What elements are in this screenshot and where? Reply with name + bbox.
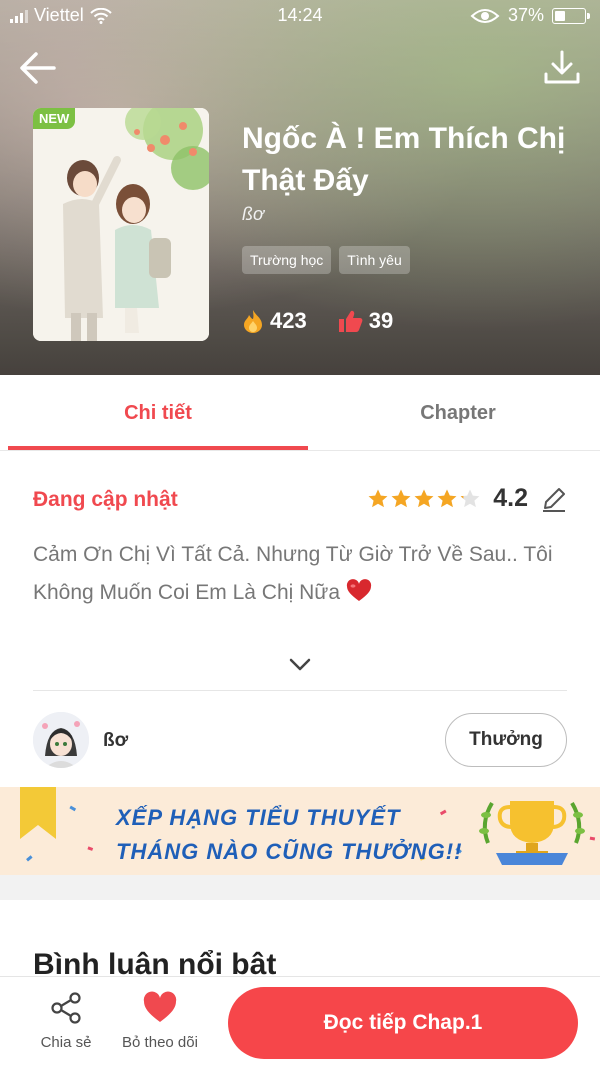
fire-icon: [244, 310, 262, 333]
likes-count: 39: [368, 308, 394, 333]
eye-icon: [470, 8, 500, 23]
star-icon: [437, 489, 457, 507]
book-description: Cảm Ơn Chị Vì Tất Cả. Nhưng Từ Giờ Trở V…: [33, 536, 573, 612]
share-button[interactable]: Chia sẻ: [18, 991, 114, 1051]
banner-line-2: THÁNG NÀO CŨNG THƯỞNG!!: [116, 839, 463, 864]
book-cover[interactable]: NEW: [33, 108, 209, 341]
cover-illustration: [33, 108, 209, 341]
battery-percent: 37%: [507, 5, 544, 25]
star-icon: [368, 489, 388, 507]
arrow-left-icon: [20, 52, 56, 84]
heart-emoji-icon: [346, 579, 372, 601]
rating-value: 4.2: [493, 484, 528, 512]
edit-rating-icon[interactable]: [540, 485, 568, 513]
back-button[interactable]: [16, 46, 60, 90]
heart-icon: [143, 991, 177, 1022]
ranking-banner[interactable]: XẾP HẠNG TIỂU THUYẾT THÁNG NÀO CŨNG THƯỞ…: [0, 787, 600, 875]
star-icon: [460, 489, 480, 507]
star-icon: [414, 489, 434, 507]
detail-tabs: Chi tiết Chapter: [0, 375, 600, 451]
continue-reading-button[interactable]: Đọc tiếp Chap.1: [228, 987, 578, 1059]
banner-text: XẾP HẠNG TIỂU THUYẾT THÁNG NÀO CŨNG THƯỞ…: [116, 801, 462, 869]
share-icon: [51, 992, 81, 1024]
new-badge: NEW: [33, 108, 76, 129]
star-icon: [391, 489, 411, 507]
active-tab-indicator: [8, 446, 308, 450]
book-stats: 423 39: [242, 308, 393, 334]
views-count: 423: [270, 308, 307, 333]
unfollow-label: Bỏ theo dõi: [122, 1034, 198, 1051]
author-avatar[interactable]: [33, 712, 89, 768]
description-text: Cảm Ơn Chị Vì Tất Cả. Nhưng Từ Giờ Trở V…: [33, 543, 553, 604]
banner-line-1: XẾP HẠNG TIỂU THUYẾT: [116, 805, 401, 830]
bottom-action-bar: Chia sẻ Bỏ theo dõi Đọc tiếp Chap.1: [0, 976, 600, 1067]
download-button[interactable]: [540, 46, 584, 90]
likes-stat: 39: [337, 308, 393, 334]
rating-stars: [367, 488, 481, 510]
views-stat: 423: [242, 308, 307, 334]
status-bar: Viettel 14:24 37%: [0, 0, 600, 32]
tab-detail[interactable]: Chi tiết: [8, 375, 308, 451]
avatar-image: [33, 712, 89, 768]
author-row: ßơ Thưởng: [33, 712, 567, 768]
tab-chapter[interactable]: Chapter: [308, 375, 600, 451]
battery-icon: [552, 7, 590, 24]
book-hero: Viettel 14:24 37% NEW Ngốc À ! Em Thích …: [0, 0, 600, 375]
author-name[interactable]: ßơ: [103, 730, 128, 752]
genre-tag[interactable]: Tình yêu: [339, 246, 410, 274]
expand-description-button[interactable]: [284, 650, 316, 678]
download-icon: [544, 50, 580, 84]
status-indicators: 37%: [470, 5, 590, 26]
divider: [33, 690, 567, 691]
share-label: Chia sẻ: [40, 1034, 92, 1051]
unfollow-button[interactable]: Bỏ theo dõi: [112, 991, 208, 1051]
chevron-down-icon: [289, 658, 311, 671]
book-title: Ngốc À ! Em Thích Chị Thật Đấy: [242, 122, 566, 197]
trophy-icon: [479, 801, 585, 865]
book-author[interactable]: ßơ: [242, 204, 264, 225]
rating: 4.2: [367, 484, 568, 513]
genre-tags: Trường học Tình yêu: [242, 246, 410, 274]
update-status: Đang cập nhật: [33, 488, 178, 511]
section-separator: [0, 875, 600, 900]
genre-tag[interactable]: Trường học: [242, 246, 332, 274]
thumbs-up-icon: [338, 310, 363, 332]
battery-fill: [555, 10, 565, 21]
reward-button[interactable]: Thưởng: [445, 713, 567, 767]
